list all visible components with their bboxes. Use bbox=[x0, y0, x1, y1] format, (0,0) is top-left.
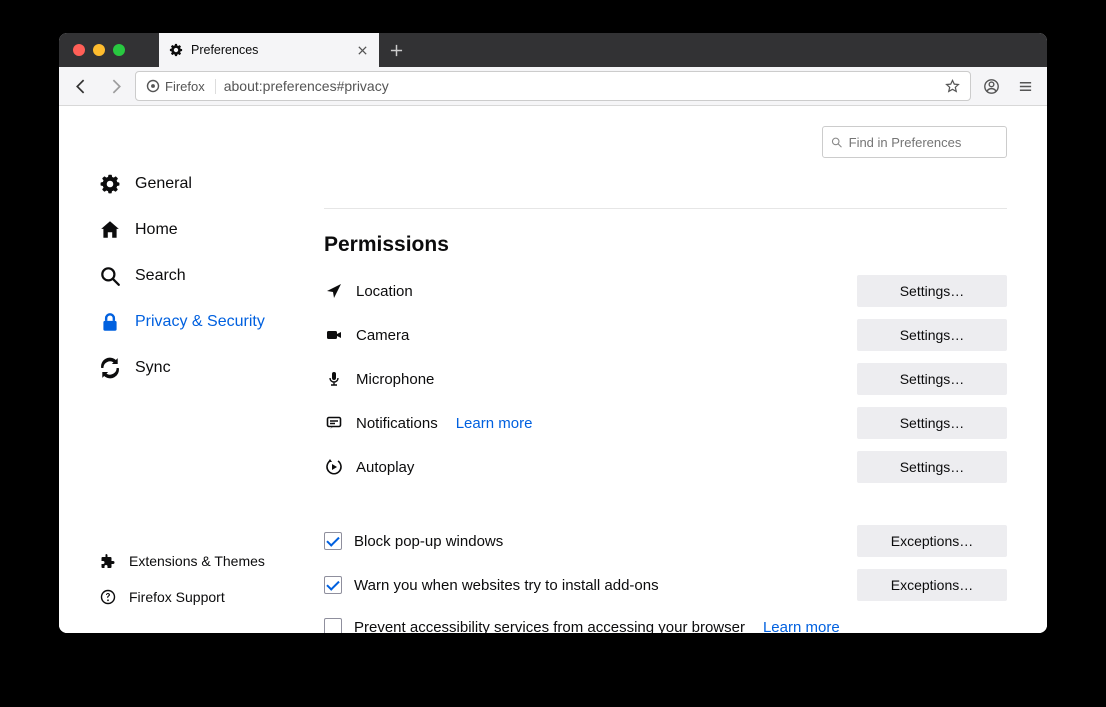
account-button[interactable] bbox=[977, 72, 1005, 100]
lock-icon bbox=[99, 311, 121, 333]
checkbox-label: Block pop-up windows bbox=[354, 533, 503, 550]
category-sync[interactable]: Sync bbox=[99, 345, 324, 391]
bookmark-star-button[interactable] bbox=[939, 79, 966, 94]
permission-row-autoplay: Autoplay Settings… bbox=[324, 445, 1007, 489]
checkbox-label: Warn you when websites try to install ad… bbox=[354, 577, 659, 594]
gear-icon bbox=[169, 43, 183, 57]
popup-exceptions-button[interactable]: Exceptions… bbox=[857, 525, 1007, 557]
permission-row-camera: Camera Settings… bbox=[324, 313, 1007, 357]
app-menu-button[interactable] bbox=[1011, 72, 1039, 100]
category-label: Home bbox=[135, 221, 178, 239]
url-bar[interactable]: Firefox about:preferences#privacy bbox=[135, 71, 971, 101]
category-label: General bbox=[135, 175, 192, 193]
categories-sidebar: General Home Search Privacy & Security bbox=[59, 106, 324, 633]
puzzle-icon bbox=[99, 552, 117, 570]
permission-label: Notifications bbox=[356, 415, 438, 432]
check-row-addons-warn: Warn you when websites try to install ad… bbox=[324, 563, 1007, 607]
notifications-learn-more-link[interactable]: Learn more bbox=[456, 415, 533, 432]
notifications-settings-button[interactable]: Settings… bbox=[857, 407, 1007, 439]
section-title-permissions: Permissions bbox=[324, 233, 1007, 257]
category-label: Privacy & Security bbox=[135, 313, 265, 331]
new-tab-button[interactable] bbox=[379, 33, 413, 67]
close-window-button[interactable] bbox=[73, 44, 85, 56]
identity-box[interactable]: Firefox bbox=[146, 79, 216, 94]
identity-label: Firefox bbox=[165, 79, 205, 94]
prevent-accessibility-checkbox[interactable] bbox=[324, 618, 342, 633]
camera-icon bbox=[324, 327, 344, 343]
location-settings-button[interactable]: Settings… bbox=[857, 275, 1007, 307]
search-icon bbox=[831, 136, 843, 149]
permission-row-notifications: Notifications Learn more Settings… bbox=[324, 401, 1007, 445]
tab-preferences[interactable]: Preferences bbox=[159, 33, 379, 67]
navigation-toolbar: Firefox about:preferences#privacy bbox=[59, 67, 1047, 106]
preferences-content: General Home Search Privacy & Security bbox=[59, 106, 1047, 633]
block-popups-checkbox[interactable] bbox=[324, 532, 342, 550]
autoplay-icon bbox=[324, 459, 344, 475]
browser-window: Preferences Firefox about:preferences#pr… bbox=[59, 33, 1047, 633]
gear-icon bbox=[99, 173, 121, 195]
checkbox-label: Prevent accessibility services from acce… bbox=[354, 619, 745, 634]
sync-icon bbox=[99, 357, 121, 379]
firefox-icon bbox=[146, 79, 160, 93]
camera-settings-button[interactable]: Settings… bbox=[857, 319, 1007, 351]
check-row-accessibility: Prevent accessibility services from acce… bbox=[324, 607, 1007, 633]
close-tab-button[interactable] bbox=[355, 45, 369, 56]
window-controls bbox=[59, 33, 159, 67]
main-content: Permissions Location Settings… Camera Se… bbox=[324, 106, 1047, 633]
back-button[interactable] bbox=[67, 72, 95, 100]
home-icon bbox=[99, 219, 121, 241]
link-firefox-support[interactable]: Firefox Support bbox=[99, 579, 324, 615]
category-search[interactable]: Search bbox=[99, 253, 324, 299]
preferences-search-field[interactable] bbox=[849, 135, 998, 150]
maximize-window-button[interactable] bbox=[113, 44, 125, 56]
search-icon bbox=[99, 265, 121, 287]
microphone-settings-button[interactable]: Settings… bbox=[857, 363, 1007, 395]
category-label: Sync bbox=[135, 359, 171, 377]
forward-button[interactable] bbox=[101, 72, 129, 100]
category-home[interactable]: Home bbox=[99, 207, 324, 253]
accessibility-learn-more-link[interactable]: Learn more bbox=[763, 619, 840, 634]
link-label: Firefox Support bbox=[129, 589, 225, 605]
permission-row-location: Location Settings… bbox=[324, 269, 1007, 313]
warn-addons-checkbox[interactable] bbox=[324, 576, 342, 594]
permission-label: Camera bbox=[356, 327, 409, 344]
link-label: Extensions & Themes bbox=[129, 553, 265, 569]
tab-title: Preferences bbox=[191, 43, 347, 57]
question-icon bbox=[99, 588, 117, 606]
autoplay-settings-button[interactable]: Settings… bbox=[857, 451, 1007, 483]
location-icon bbox=[324, 283, 344, 299]
category-privacy[interactable]: Privacy & Security bbox=[99, 299, 324, 345]
category-general[interactable]: General bbox=[99, 161, 324, 207]
microphone-icon bbox=[324, 371, 344, 387]
check-row-popup: Block pop-up windows Exceptions… bbox=[324, 519, 1007, 563]
tab-strip: Preferences bbox=[59, 33, 1047, 67]
permission-label: Autoplay bbox=[356, 459, 414, 476]
notifications-icon bbox=[324, 415, 344, 431]
permission-label: Microphone bbox=[356, 371, 434, 388]
url-text: about:preferences#privacy bbox=[224, 78, 931, 94]
addons-exceptions-button[interactable]: Exceptions… bbox=[857, 569, 1007, 601]
preferences-search-input[interactable] bbox=[822, 126, 1007, 158]
permission-label: Location bbox=[356, 283, 413, 300]
minimize-window-button[interactable] bbox=[93, 44, 105, 56]
link-extensions-themes[interactable]: Extensions & Themes bbox=[99, 543, 324, 579]
category-label: Search bbox=[135, 267, 186, 285]
permission-row-microphone: Microphone Settings… bbox=[324, 357, 1007, 401]
